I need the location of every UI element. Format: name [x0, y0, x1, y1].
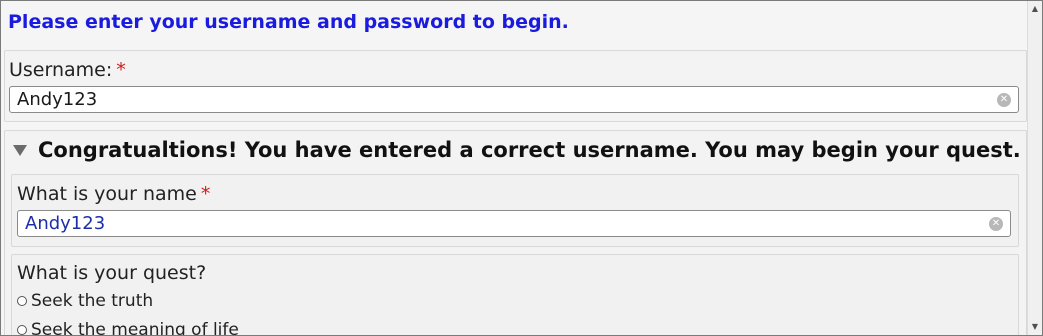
- quest-section-header[interactable]: Congratualtions! You have entered a corr…: [13, 138, 1021, 162]
- radio-label: Seek the meaning of life: [31, 320, 239, 336]
- name-label: What is your name *: [17, 183, 211, 205]
- scroll-up-icon[interactable]: ▲: [1028, 2, 1042, 16]
- required-marker: *: [200, 183, 211, 205]
- quest-section-title: Congratualtions! You have entered a corr…: [38, 138, 1021, 162]
- username-value: Andy123: [17, 89, 98, 110]
- clear-icon[interactable]: ✕: [989, 217, 1003, 231]
- triangle-down-icon[interactable]: [13, 144, 27, 156]
- radio-option-truth[interactable]: Seek the truth: [17, 291, 153, 311]
- username-fieldset: Username: * Andy123 ✕: [4, 50, 1027, 122]
- radio-label: Seek the truth: [31, 291, 154, 311]
- quest-question-label: What is your quest?: [17, 262, 207, 284]
- scroll-down-icon[interactable]: ▼: [1028, 320, 1042, 334]
- username-input[interactable]: Andy123 ✕: [9, 86, 1019, 113]
- username-label: Username: *: [9, 59, 126, 81]
- name-input[interactable]: Andy123 ✕: [17, 210, 1011, 237]
- instruction-header: Please enter your username and password …: [8, 11, 569, 33]
- clear-icon[interactable]: ✕: [997, 93, 1011, 107]
- radio-button[interactable]: [17, 325, 27, 335]
- radio-option-meaning[interactable]: Seek the meaning of life: [17, 320, 239, 336]
- name-value: Andy123: [25, 213, 106, 234]
- radio-button[interactable]: [17, 296, 27, 306]
- form-window: Please enter your username and password …: [0, 0, 1043, 336]
- vertical-scrollbar[interactable]: ▲ ▼: [1027, 1, 1042, 335]
- required-marker: *: [116, 59, 126, 81]
- form-content: Please enter your username and password …: [1, 1, 1027, 335]
- name-fieldset: What is your name * Andy123 ✕: [11, 174, 1019, 247]
